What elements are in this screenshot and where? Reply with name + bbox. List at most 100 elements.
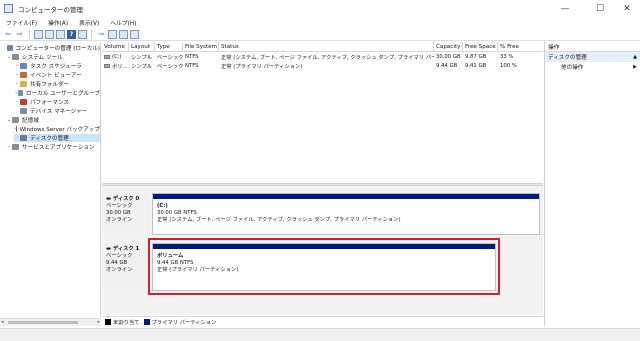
tree-item-local-users[interactable]: › ローカル ユーザーとグループ: [14, 89, 100, 97]
up-folder-icon[interactable]: [34, 29, 43, 39]
volume-free-space: 9.87 GB: [465, 54, 487, 60]
column-header-free-space[interactable]: Free Space: [463, 42, 498, 52]
tree-item-computer-management[interactable]: コンピューターの管理 (ローカル): [2, 44, 100, 52]
back-arrow-icon[interactable]: ⇦: [3, 29, 13, 39]
performance-icon: [20, 99, 27, 105]
tree-item-device-manager[interactable]: デバイス マネージャー: [14, 107, 100, 115]
maximize-button[interactable]: ☐: [585, 0, 615, 17]
volume-icon: [104, 55, 110, 59]
submenu-arrow-icon: ▶: [633, 64, 637, 70]
tree-item-label: デバイス マネージャー: [30, 109, 88, 115]
volume-capacity: 9.44 GB: [436, 63, 458, 69]
partition-c[interactable]: (C:) 30.00 GB NTFS 正常 (システム, ブート, ページ ファ…: [152, 193, 540, 235]
toolbar: ⇦ ⇨ ? ⊸: [0, 28, 640, 41]
forward-arrow-icon[interactable]: ⇨: [15, 29, 25, 39]
legend-primary-partition: プライマリ パーティション: [151, 319, 217, 326]
menu-help[interactable]: ヘルプ(H): [110, 18, 136, 27]
volume-file-system: NTFS: [185, 63, 199, 69]
column-header-type[interactable]: Type: [155, 42, 183, 52]
column-header-file-system[interactable]: File System: [183, 42, 219, 52]
clock-icon: [20, 63, 27, 69]
column-header-capacity[interactable]: Capacity: [434, 42, 463, 52]
properties-icon[interactable]: [56, 29, 65, 39]
volume-percent-free: 33 %: [500, 54, 514, 60]
help-icon[interactable]: ?: [67, 29, 76, 39]
window-title: コンピューターの管理: [18, 5, 83, 14]
computer-management-icon: [4, 4, 13, 13]
unallocated-swatch: [105, 318, 111, 325]
action-more-actions[interactable]: 他の操作 ▶: [545, 62, 640, 72]
services-icon: [12, 144, 19, 150]
column-header-status[interactable]: Status: [219, 42, 434, 52]
tree-item-label: 記憶域: [22, 118, 39, 124]
scroll-right-arrow-icon[interactable]: ▸: [97, 319, 100, 325]
storage-icon: [12, 117, 19, 123]
tree-item-windows-server-backup[interactable]: › Windows Server バックアップ: [14, 125, 100, 133]
event-log-icon: [20, 72, 27, 78]
tree-item-task-scheduler[interactable]: › タスク スケジューラ: [14, 62, 100, 70]
volume-free-space: 9.41 GB: [465, 63, 487, 69]
disk-size: 9.44 GB: [106, 260, 128, 266]
actions-header: 操作: [545, 42, 640, 52]
list-icon[interactable]: [130, 29, 139, 39]
tree-item-label: パフォーマンス: [30, 100, 70, 106]
column-header-layout[interactable]: Layout: [129, 42, 155, 52]
disk-state: オンライン: [106, 267, 133, 273]
tree-item-services-applications[interactable]: › サービスとアプリケーション: [6, 143, 100, 151]
tree-item-disk-management[interactable]: ディスクの管理: [14, 134, 100, 142]
disk-0-label[interactable]: ▬ ディスク 0 ベーシック 30.00 GB オンライン: [103, 193, 149, 237]
tree-item-label: ディスクの管理: [30, 136, 69, 142]
view-icon[interactable]: [78, 29, 87, 39]
menu-view[interactable]: 表示(V): [79, 18, 99, 27]
menu-file[interactable]: ファイル(F): [6, 18, 37, 27]
volume-icon: [104, 64, 110, 68]
red-highlight-box: [148, 238, 500, 295]
actions-pane: 操作 ディスクの管理 ▲ 他の操作 ▶: [544, 42, 640, 326]
tree-item-system-tools[interactable]: ⌄ システム ツール: [6, 53, 100, 61]
status-bar: [0, 328, 640, 341]
tree-horizontal-scrollbar[interactable]: ◂ ▸: [0, 318, 101, 326]
disk-size: 30.00 GB: [106, 210, 131, 216]
volume-layout: シンプル: [131, 64, 153, 70]
collapse-arrow-icon[interactable]: ▲: [633, 54, 637, 60]
show-hide-tree-icon[interactable]: [45, 29, 54, 39]
tree-item-label: Windows Server バックアップ: [19, 127, 100, 133]
tree-item-label: ローカル ユーザーとグループ: [25, 91, 100, 97]
close-button[interactable]: ✕: [612, 0, 640, 17]
volume-capacity: 30.00 GB: [436, 54, 461, 60]
minimize-button[interactable]: —: [550, 0, 580, 17]
tree-item-performance[interactable]: › パフォーマンス: [14, 98, 100, 106]
menu-bar: ファイル(F) 操作(A) 表示(V) ヘルプ(H): [0, 17, 640, 28]
volume-name: (C:): [112, 54, 122, 60]
tree-item-storage[interactable]: ⌄ 記憶域: [6, 116, 100, 124]
menu-action[interactable]: 操作(A): [48, 18, 68, 27]
scrollbar-thumb[interactable]: [8, 321, 78, 324]
disk-1-label[interactable]: ▬ ディスク 1 ベーシック 9.44 GB オンライン: [103, 243, 149, 291]
volume-name: ボリ...: [112, 64, 128, 70]
tree-item-label: サービスとアプリケーション: [22, 145, 95, 151]
volume-percent-free: 100 %: [500, 63, 517, 69]
scroll-left-arrow-icon[interactable]: ◂: [1, 319, 4, 325]
disk-icon: ▬: [106, 246, 113, 252]
volume-file-system: NTFS: [185, 54, 199, 60]
navigation-tree: コンピューターの管理 (ローカル) ⌄ システム ツール › タスク スケジュー…: [0, 42, 101, 317]
disk-name: ディスク 1: [112, 246, 140, 252]
tree-item-label: イベント ビューアー: [30, 73, 82, 79]
disk-name: ディスク 0: [112, 196, 140, 202]
disk-icon: ▬: [106, 196, 113, 202]
column-header-volume[interactable]: Volume: [102, 42, 129, 52]
tree-item-shared-folders[interactable]: › 共有フォルダー: [14, 80, 100, 88]
legend: 未割り当て プライマリ パーティション: [102, 316, 543, 326]
volume-row[interactable]: ボリ... シンプル ベーシック NTFS 正常 (プライマリ パーティション)…: [102, 62, 543, 70]
tools-icon: [12, 54, 19, 60]
title-bar: コンピューターの管理: [0, 0, 640, 17]
volume-row[interactable]: (C:) シンプル ベーシック NTFS 正常 (システム, ブート, ページ …: [102, 53, 543, 61]
connect-icon[interactable]: ⊸: [96, 29, 106, 39]
tree-item-event-viewer[interactable]: › イベント ビューアー: [14, 71, 100, 79]
primary-partition-bar: [153, 194, 539, 199]
partition-name: (C:): [157, 203, 168, 209]
column-header-percent-free[interactable]: % Free: [498, 42, 543, 52]
search-icon[interactable]: [119, 29, 128, 39]
actions-section-disk-management[interactable]: ディスクの管理 ▲: [545, 52, 640, 62]
check-icon[interactable]: [108, 29, 117, 39]
